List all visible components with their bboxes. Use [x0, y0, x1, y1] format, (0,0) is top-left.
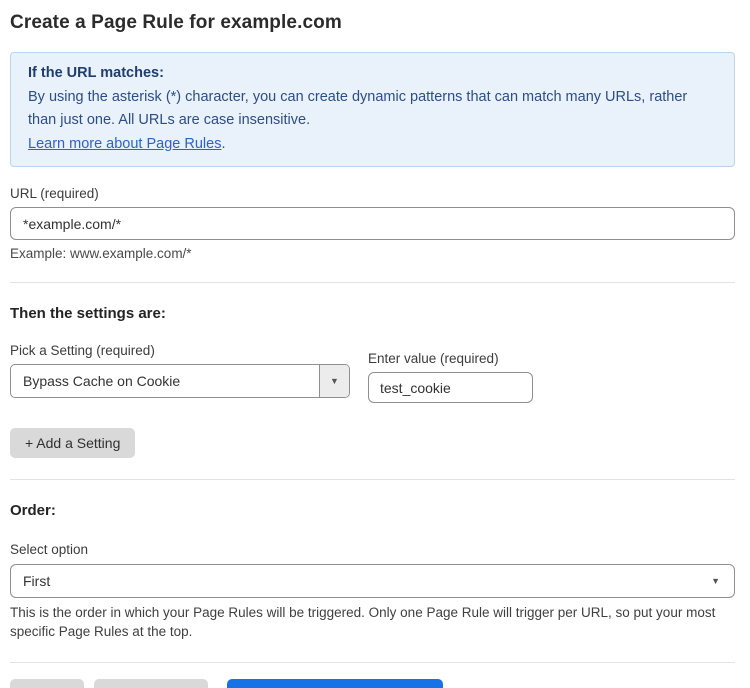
- setting-select[interactable]: Bypass Cache on Cookie ▼: [10, 364, 350, 398]
- url-field-label: URL (required): [10, 186, 735, 201]
- chevron-down-icon: ▼: [330, 377, 339, 386]
- setting-select-arrow-button[interactable]: ▼: [319, 365, 349, 397]
- settings-section-heading: Then the settings are:: [10, 305, 735, 322]
- setting-value-group: Enter value (required): [368, 351, 533, 403]
- settings-row: Pick a Setting (required) Bypass Cache o…: [10, 343, 735, 403]
- setting-select-value: Bypass Cache on Cookie: [23, 373, 180, 389]
- url-match-info-box: If the URL matches: By using the asteris…: [10, 52, 735, 167]
- page-title: Create a Page Rule for example.com: [10, 12, 735, 34]
- setting-value-input[interactable]: [368, 372, 533, 403]
- divider: [10, 479, 735, 480]
- create-page-rule-panel: Create a Page Rule for example.com If th…: [0, 0, 750, 688]
- divider: [10, 282, 735, 283]
- learn-more-page-rules-link[interactable]: Learn more about Page Rules: [28, 136, 221, 152]
- order-section-heading: Order:: [10, 502, 735, 519]
- order-select-value: First: [23, 573, 50, 589]
- order-select[interactable]: First ▼: [10, 564, 735, 598]
- save-as-draft-button[interactable]: Save as Draft: [94, 679, 209, 688]
- url-input[interactable]: [10, 207, 735, 240]
- setting-value-label: Enter value (required): [368, 351, 533, 366]
- url-example-helper: Example: www.example.com/*: [10, 246, 735, 261]
- order-helper-text: This is the order in which your Page Rul…: [10, 603, 735, 641]
- info-box-body: By using the asterisk (*) character, you…: [28, 86, 717, 133]
- divider: [10, 662, 735, 663]
- save-and-deploy-button[interactable]: Save and Deploy Page Rule: [227, 679, 443, 688]
- chevron-down-icon: ▼: [711, 577, 720, 586]
- add-setting-button[interactable]: + Add a Setting: [10, 428, 135, 458]
- order-select-label: Select option: [10, 542, 735, 557]
- setting-select-group: Pick a Setting (required) Bypass Cache o…: [10, 343, 350, 398]
- info-box-heading: If the URL matches:: [28, 62, 717, 86]
- cancel-button[interactable]: Cancel: [10, 679, 84, 688]
- setting-select-label: Pick a Setting (required): [10, 343, 350, 358]
- footer-actions: Cancel Save as Draft Save and Deploy Pag…: [10, 679, 735, 688]
- link-period: .: [221, 136, 225, 152]
- info-box-link-line: Learn more about Page Rules.: [28, 133, 717, 157]
